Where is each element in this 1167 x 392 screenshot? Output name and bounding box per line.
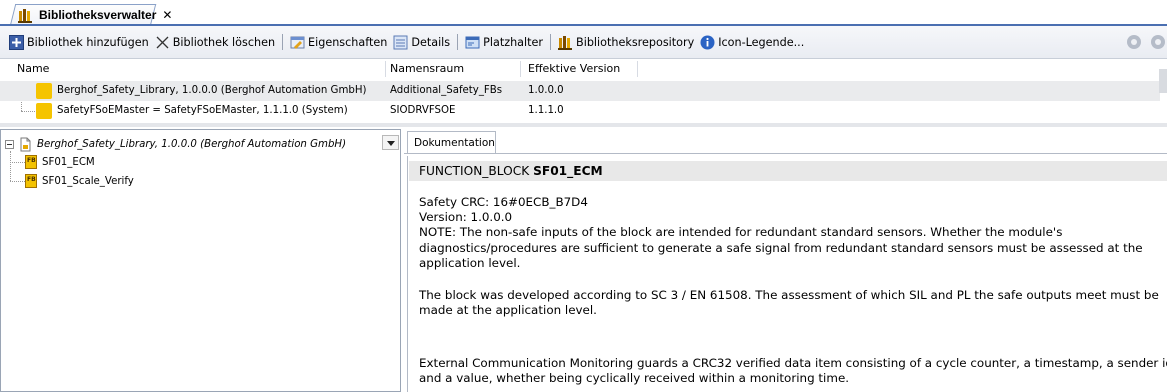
column-header-effective-version[interactable]: Effektive Version <box>528 59 620 79</box>
document-tab-strip: Bibliotheksverwalter ✕ <box>0 0 1167 25</box>
doc-note-line: diagnostics/procedures are sufficient to… <box>419 241 1143 255</box>
column-divider[interactable] <box>520 61 521 77</box>
table-row[interactable]: Berghof_Safety_Library, 1.0.0.0 (Berghof… <box>0 81 1160 101</box>
tree-item-label: SF01_ECM <box>42 156 95 168</box>
delete-library-label: Bibliothek löschen <box>172 35 276 49</box>
doc-note-line: NOTE: The non-safe inputs of the block a… <box>419 225 1063 239</box>
library-name-cell: Berghof_Safety_Library, 1.0.0.0 (Berghof… <box>57 85 367 96</box>
navigation-circle-icon[interactable] <box>1127 35 1141 49</box>
column-header-namespace[interactable]: Namensraum <box>390 59 464 79</box>
properties-icon <box>290 35 305 50</box>
details-button[interactable]: Details <box>390 32 453 52</box>
properties-label: Eigenschaften <box>308 35 388 49</box>
version-cell: 1.0.0.0 <box>528 85 564 96</box>
doc-note-line: application level. <box>419 256 521 270</box>
doc-ecm-line: External Communication Monitoring guards… <box>419 356 1167 370</box>
tab-documentation[interactable]: Dokumentation <box>407 131 496 153</box>
tree-connector <box>10 162 25 163</box>
details-label: Details <box>411 35 451 49</box>
toolbar-separator <box>550 34 552 50</box>
namespace-cell: SIODRVFSOE <box>390 105 456 116</box>
collapse-icon[interactable] <box>5 139 14 149</box>
tree-item-sf01-ecm[interactable]: SF01_ECM <box>25 154 95 170</box>
table-scrollbar-thumb[interactable] <box>1159 69 1167 93</box>
function-block-name: SF01_ECM <box>533 164 603 178</box>
tree-connector <box>10 181 25 182</box>
add-library-button[interactable]: Bibliothek hinzufügen <box>6 32 152 52</box>
function-block-keyword: FUNCTION_BLOCK <box>419 164 534 178</box>
doc-crc: Safety CRC: 16#0ECB_B7D4 <box>419 195 588 209</box>
chevron-down-icon[interactable] <box>382 135 399 150</box>
library-document-icon <box>18 137 33 152</box>
column-divider[interactable] <box>637 61 638 77</box>
toolbar-separator <box>282 34 284 50</box>
library-manager-tab-content[interactable]: Bibliotheksverwalter ✕ <box>18 7 172 23</box>
doc-development-line: The block was developed according to SC … <box>419 288 1159 302</box>
column-divider[interactable] <box>385 61 386 77</box>
tree-root-label: Berghof_Safety_Library, 1.0.0.0 (Berghof… <box>37 138 347 150</box>
function-block-icon <box>25 174 37 188</box>
add-library-label: Bibliothek hinzufügen <box>27 35 149 49</box>
close-icon[interactable]: ✕ <box>162 8 172 22</box>
delete-icon <box>155 35 170 50</box>
library-name-cell: SafetyFSoEMaster = SafetyFSoEMaster, 1.1… <box>57 105 348 116</box>
namespace-cell: Additional_Safety_FBs <box>390 85 503 96</box>
placeholder-label: Platzhalter <box>483 35 544 49</box>
doc-version: Version: 1.0.0.0 <box>419 210 513 224</box>
toolbar: Bibliothek hinzufügen Bibliothek löschen… <box>0 26 1167 59</box>
toolbar-right-controls <box>1127 35 1165 49</box>
doc-ecm-line: and a value, whether being cyclically re… <box>419 371 850 385</box>
documentation-panel: Dokumentation FUNCTION_BLOCK SF01_ECM Sa… <box>404 129 1167 392</box>
tree-item-sf01-scale-verify[interactable]: SF01_Scale_Verify <box>25 173 134 189</box>
tree-item-label: SF01_Scale_Verify <box>42 175 134 187</box>
library-manager-icon <box>18 8 33 23</box>
properties-button[interactable]: Eigenschaften <box>287 32 390 52</box>
placeholder-button[interactable]: Platzhalter <box>462 32 546 52</box>
doc-development-line: made at the application level. <box>419 303 597 317</box>
icon-legend-label: Icon-Legende... <box>718 35 805 49</box>
add-library-icon <box>9 34 24 50</box>
library-icon <box>36 103 52 119</box>
tree-connector <box>10 151 11 181</box>
panel-splitter[interactable] <box>0 123 1167 127</box>
tab-underline <box>404 153 1167 154</box>
table-row[interactable]: SafetyFSoEMaster = SafetyFSoEMaster, 1.1… <box>0 101 1160 121</box>
library-repository-icon <box>558 35 573 50</box>
tab-title: Bibliotheksverwalter <box>39 8 157 22</box>
library-icon <box>36 83 52 99</box>
tree-root-node[interactable]: Berghof_Safety_Library, 1.0.0.0 (Berghof… <box>5 137 346 151</box>
details-icon <box>393 35 408 50</box>
delete-library-button[interactable]: Bibliothek löschen <box>152 32 278 52</box>
navigation-circle-icon[interactable] <box>1151 35 1165 49</box>
version-cell: 1.1.1.0 <box>528 105 564 116</box>
column-header-name[interactable]: Name <box>17 59 49 79</box>
toolbar-separator <box>457 34 459 50</box>
info-icon <box>700 35 715 50</box>
library-content-tree: Berghof_Safety_Library, 1.0.0.0 (Berghof… <box>0 129 401 392</box>
library-table: Name Namensraum Effektive Version Bergho… <box>0 59 1167 121</box>
library-repository-button[interactable]: Bibliotheksrepository <box>555 32 697 52</box>
function-block-icon <box>25 155 37 169</box>
function-block-header: FUNCTION_BLOCK SF01_ECM <box>409 161 1167 181</box>
library-repository-label: Bibliotheksrepository <box>576 35 695 49</box>
placeholder-icon <box>465 35 480 50</box>
icon-legend-button[interactable]: Icon-Legende... <box>697 32 807 52</box>
documentation-content: FUNCTION_BLOCK SF01_ECM Safety CRC: 16#0… <box>407 156 1167 392</box>
